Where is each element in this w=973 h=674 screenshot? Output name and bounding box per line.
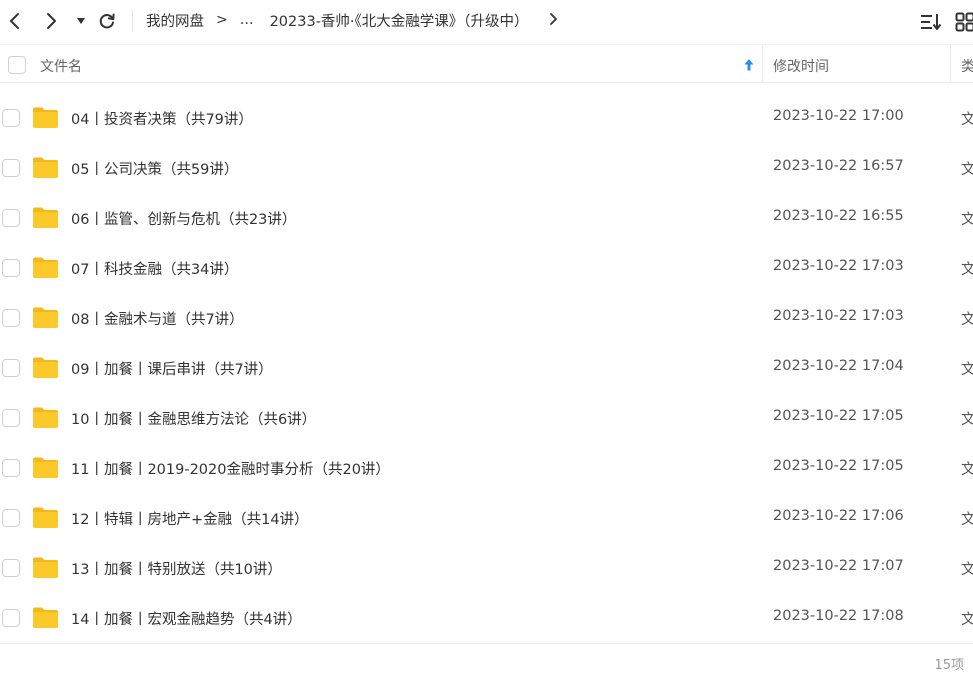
- file-type: 文件夹: [961, 212, 973, 228]
- folder-icon: [33, 457, 58, 478]
- file-row[interactable]: 07丨科技金融（共34讲） 2023-10-22 17:03 文件夹: [0, 243, 973, 293]
- breadcrumb-ellipsis[interactable]: ...: [240, 12, 254, 28]
- row-checkbox[interactable]: [2, 359, 20, 377]
- breadcrumb: 我的网盘 > ... 20233-香帅·《北大金融学课》（升级中）: [146, 0, 529, 40]
- footer-divider: [0, 643, 973, 644]
- file-name[interactable]: 12丨特辑丨房地产+金融（共14讲）: [71, 508, 309, 529]
- item-count: 15项: [934, 658, 964, 673]
- chevron-right-icon: [47, 13, 56, 29]
- toolbar-divider: [132, 10, 133, 32]
- file-modified-time: 2023-10-22 17:05: [773, 458, 904, 474]
- column-divider[interactable]: [950, 45, 951, 83]
- file-name[interactable]: 05丨公司决策（共59讲）: [71, 158, 238, 179]
- file-row[interactable]: 04丨投资者决策（共79讲） 2023-10-22 17:00 文件夹: [0, 93, 973, 143]
- row-checkbox[interactable]: [2, 109, 20, 127]
- folder-icon: [33, 557, 58, 578]
- folder-icon: [33, 357, 58, 378]
- file-row[interactable]: 13丨加餐丨特别放送（共10讲） 2023-10-22 17:07 文件夹: [0, 543, 973, 593]
- folder-icon: [33, 307, 58, 328]
- column-header-modified[interactable]: 修改时间: [773, 56, 829, 76]
- refresh-button[interactable]: [94, 8, 120, 34]
- chevron-left-icon: [10, 13, 19, 29]
- grid-view-icon: [955, 12, 973, 32]
- file-type: 文件夹: [961, 612, 973, 628]
- folder-icon: [33, 507, 58, 528]
- back-button[interactable]: [2, 8, 28, 34]
- file-modified-time: 2023-10-22 16:55: [773, 208, 904, 224]
- folder-icon: [33, 157, 58, 178]
- file-type: 文件夹: [961, 312, 973, 328]
- file-type: 文件夹: [961, 162, 973, 178]
- row-checkbox[interactable]: [2, 209, 20, 227]
- file-modified-time: 2023-10-22 17:00: [773, 108, 904, 124]
- history-dropdown-button[interactable]: [68, 8, 94, 34]
- file-name[interactable]: 13丨加餐丨特别放送（共10讲）: [71, 558, 282, 579]
- folder-icon: [33, 407, 58, 428]
- file-list: 04丨投资者决策（共79讲）2023-10-22 17:00文件夹05丨公司决策…: [0, 93, 973, 643]
- view-mode-button[interactable]: [955, 12, 973, 36]
- file-name[interactable]: 11丨加餐丨2019-2020金融时事分析（共20讲）: [71, 458, 390, 479]
- file-row[interactable]: 06丨监管、创新与危机（共23讲） 2023-10-22 16:55 文件夹: [0, 193, 973, 243]
- file-name[interactable]: 07丨科技金融（共34讲）: [71, 258, 238, 279]
- column-header-type[interactable]: 类型: [961, 56, 973, 76]
- file-row[interactable]: 12丨特辑丨房地产+金融（共14讲） 2023-10-22 17:06 文件夹: [0, 493, 973, 543]
- file-row[interactable]: 14丨加餐丨宏观金融趋势（共4讲） 2023-10-22 17:08 文件夹: [0, 593, 973, 643]
- file-type: 文件夹: [961, 562, 973, 578]
- file-modified-time: 2023-10-22 17:03: [773, 308, 904, 324]
- sort-button[interactable]: [920, 12, 942, 36]
- file-type: 文件夹: [961, 412, 973, 428]
- file-row[interactable]: 10丨加餐丨金融思维方法论（共6讲） 2023-10-22 17:05 文件夹: [0, 393, 973, 443]
- file-list-header: 文件名 修改时间 类型: [0, 44, 973, 83]
- refresh-icon: [99, 13, 115, 29]
- column-header-name[interactable]: 文件名: [40, 56, 82, 76]
- file-type: 文件夹: [961, 462, 973, 478]
- file-modified-time: 2023-10-22 16:57: [773, 158, 904, 174]
- file-row[interactable]: 08丨金融术与道（共7讲） 2023-10-22 17:03 文件夹: [0, 293, 973, 343]
- file-row[interactable]: 09丨加餐丨课后串讲（共7讲） 2023-10-22 17:04 文件夹: [0, 343, 973, 393]
- file-modified-time: 2023-10-22 17:07: [773, 558, 904, 574]
- chevron-right-icon: [550, 13, 557, 25]
- toolbar: 我的网盘 > ... 20233-香帅·《北大金融学课》（升级中）: [0, 0, 973, 44]
- sort-ascending-icon[interactable]: [743, 57, 755, 76]
- file-name[interactable]: 10丨加餐丨金融思维方法论（共6讲）: [71, 408, 316, 429]
- column-divider[interactable]: [762, 45, 763, 83]
- file-name[interactable]: 08丨金融术与道（共7讲）: [71, 308, 244, 329]
- row-checkbox[interactable]: [2, 459, 20, 477]
- folder-icon: [33, 207, 58, 228]
- sort-list-icon: [921, 14, 942, 30]
- row-checkbox[interactable]: [2, 259, 20, 277]
- forward-button[interactable]: [38, 8, 64, 34]
- folder-icon: [33, 107, 58, 128]
- file-type: 文件夹: [961, 112, 973, 128]
- file-modified-time: 2023-10-22 17:04: [773, 358, 904, 374]
- breadcrumb-expand-button[interactable]: [549, 11, 559, 31]
- file-type: 文件夹: [961, 262, 973, 278]
- file-modified-time: 2023-10-22 17:06: [773, 508, 904, 524]
- file-type: 文件夹: [961, 362, 973, 378]
- file-name[interactable]: 06丨监管、创新与危机（共23讲）: [71, 208, 296, 229]
- select-all-checkbox[interactable]: [8, 56, 26, 74]
- file-modified-time: 2023-10-22 17:03: [773, 258, 904, 274]
- file-modified-time: 2023-10-22 17:05: [773, 408, 904, 424]
- folder-icon: [33, 607, 58, 628]
- file-row[interactable]: 05丨公司决策（共59讲） 2023-10-22 16:57 文件夹: [0, 143, 973, 193]
- row-checkbox[interactable]: [2, 609, 20, 627]
- folder-icon: [33, 257, 58, 278]
- file-name[interactable]: 14丨加餐丨宏观金融趋势（共4讲）: [71, 608, 302, 629]
- breadcrumb-current[interactable]: 20233-香帅·《北大金融学课》（升级中）: [270, 10, 529, 31]
- row-checkbox[interactable]: [2, 409, 20, 427]
- file-type: 文件夹: [961, 512, 973, 528]
- file-name[interactable]: 09丨加餐丨课后串讲（共7讲）: [71, 358, 273, 379]
- file-modified-time: 2023-10-22 17:08: [773, 608, 904, 624]
- breadcrumb-root[interactable]: 我的网盘: [146, 10, 204, 31]
- breadcrumb-separator: >: [216, 12, 228, 28]
- file-name[interactable]: 04丨投资者决策（共79讲）: [71, 108, 253, 129]
- caret-down-icon: [77, 18, 85, 24]
- file-row[interactable]: 11丨加餐丨2019-2020金融时事分析（共20讲） 2023-10-22 17…: [0, 443, 973, 493]
- row-checkbox[interactable]: [2, 309, 20, 327]
- row-checkbox[interactable]: [2, 159, 20, 177]
- row-checkbox[interactable]: [2, 559, 20, 577]
- row-checkbox[interactable]: [2, 509, 20, 527]
